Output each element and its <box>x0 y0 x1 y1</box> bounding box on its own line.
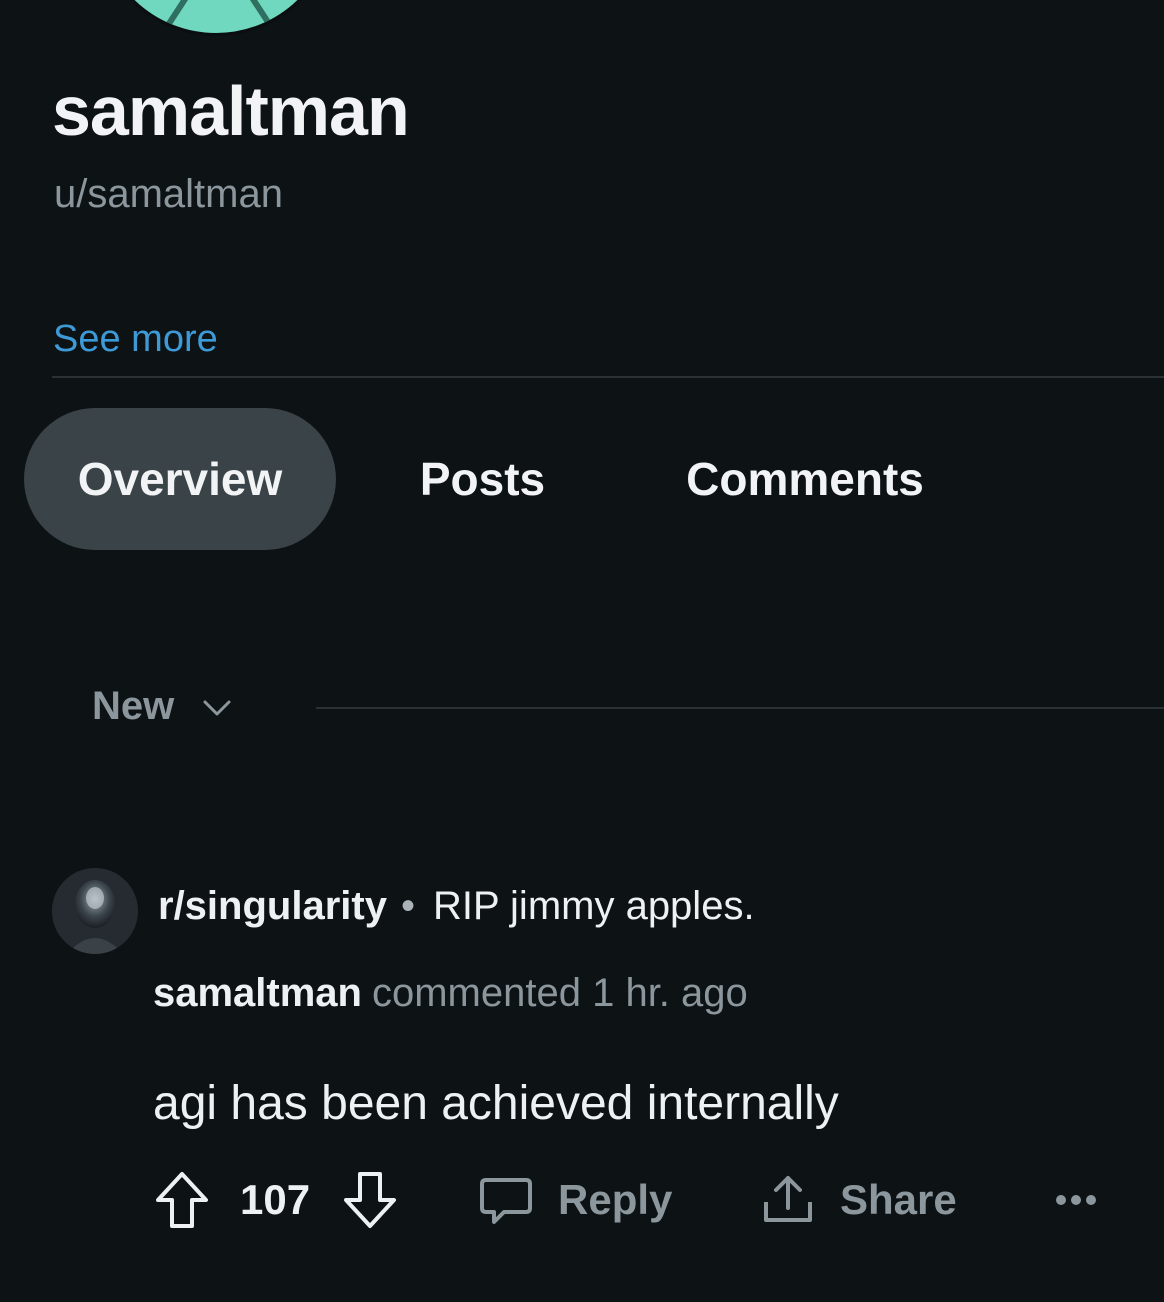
sort-dropdown[interactable]: New <box>92 686 232 726</box>
more-options-button[interactable] <box>1054 1160 1098 1240</box>
downvote-button[interactable] <box>342 1160 398 1240</box>
subreddit-avatar[interactable] <box>52 868 138 954</box>
profile-display-name: samaltman <box>52 72 410 150</box>
reply-label: Reply <box>558 1176 673 1223</box>
separator-dot: • <box>400 884 415 928</box>
chevron-down-icon <box>203 700 231 716</box>
comment-author[interactable]: samaltman <box>153 971 362 1015</box>
subreddit-avatar-icon <box>52 868 138 954</box>
sort-divider <box>316 707 1164 709</box>
reply-button[interactable]: Reply <box>478 1160 672 1240</box>
sort-label: New <box>92 684 175 728</box>
post-title-link[interactable]: RIP jimmy apples. <box>433 884 755 928</box>
upvote-button[interactable] <box>154 1160 210 1240</box>
subreddit-link[interactable]: r/singularity <box>158 884 387 928</box>
speech-bubble-icon <box>480 1178 532 1224</box>
profile-username: u/samaltman <box>54 172 283 216</box>
more-icon <box>1056 1195 1096 1205</box>
tab-comments[interactable]: Comments <box>655 408 955 550</box>
see-more-link[interactable]: See more <box>53 320 218 358</box>
share-icon <box>764 1176 812 1222</box>
comment-meta: samaltman commented 1 hr. ago <box>153 973 748 1013</box>
profile-avatar-icon <box>159 0 279 33</box>
vote-score: 107 <box>240 1176 311 1223</box>
arrow-down-icon <box>344 1172 396 1228</box>
tab-overview[interactable]: Overview <box>24 408 336 550</box>
profile-avatar[interactable] <box>96 0 336 36</box>
comment-post-line: r/singularity • RIP jimmy apples. <box>158 886 755 926</box>
tab-posts[interactable]: Posts <box>395 408 570 550</box>
share-button[interactable]: Share <box>760 1160 957 1240</box>
comment-timestamp: commented 1 hr. ago <box>371 971 748 1015</box>
share-label: Share <box>840 1176 957 1223</box>
comment-body: agi has been achieved internally <box>153 1077 839 1130</box>
profile-divider <box>52 376 1164 378</box>
arrow-up-icon <box>156 1172 208 1228</box>
comment-actions: 107 Reply Share <box>0 1160 1164 1240</box>
